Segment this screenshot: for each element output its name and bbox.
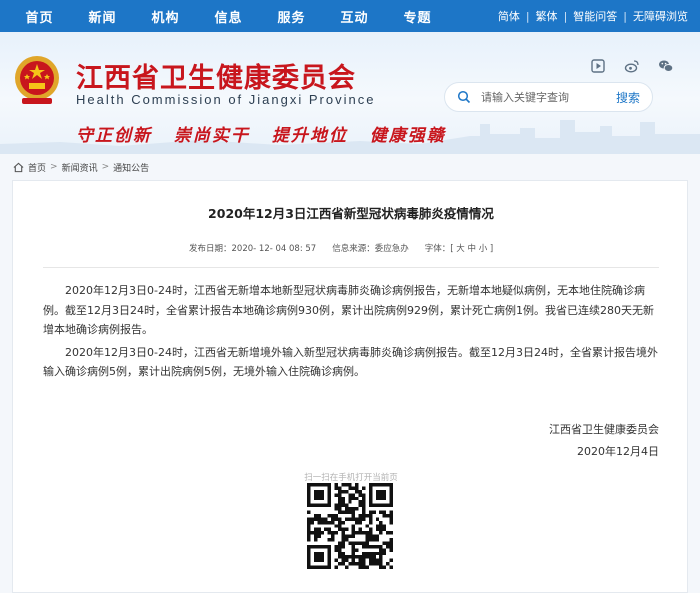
publish-date: 发布日期：2020- 12- 04 08: 57 [189,242,316,254]
top-tools: 简体 | 繁体 | 智能问答 | 无障碍浏览 [492,0,694,32]
nav-item-topics[interactable]: 专题 [386,7,449,26]
font-size-options[interactable]: [ 大 中 小 ] [450,244,493,254]
slogan-part: 守正创新 [76,126,152,146]
header-banner: 江西省卫生健康委员会 Health Commission of Jiangxi … [0,32,700,154]
header-icons [590,58,674,74]
source-label: 信息来源： [332,244,375,254]
breadcrumb-news[interactable]: 新闻资讯 [62,161,98,174]
traditional-link[interactable]: 繁体 [530,8,564,24]
weibo-icon[interactable] [624,58,640,74]
article-paragraph: 2020年12月3日0-24时，江西省无新增本地新型冠状病毒肺炎确诊病例报告，无… [43,284,654,336]
top-nav: 首页 新闻 机构 信息 服务 互动 专题 简体 | 繁体 | 智能问答 | 无障… [0,0,700,32]
site-subtitle: Health Commission of Jiangxi Province [76,92,376,107]
nav-item-interaction[interactable]: 互动 [323,7,386,26]
article-meta: 发布日期：2020- 12- 04 08: 57 信息来源：委应急办 字体：[ … [189,242,509,254]
nav-item-info[interactable]: 信息 [197,7,260,26]
nav-item-agencies[interactable]: 机构 [134,7,197,26]
site-title: 江西省卫生健康委员会 [76,63,356,94]
breadcrumb: 首页 > 新闻资讯 > 通知公告 [13,160,149,174]
national-emblem-icon [15,56,59,104]
video-icon[interactable] [590,58,606,74]
nav-item-news[interactable]: 新闻 [71,7,134,26]
breadcrumb-notices[interactable]: 通知公告 [113,161,149,174]
publish-label: 发布日期： [189,244,232,254]
article-body: 2020年12月3日0-24时，江西省无新增本地新型冠状病毒肺炎确诊病例报告，无… [43,281,659,385]
info-source: 信息来源：委应急办 [332,242,409,254]
slogan-part: 提升地位 [271,126,348,146]
slogan-part: 崇尚实干 [173,126,250,146]
signature-date: 2020年12月4日 [577,445,659,458]
publish-value: 2020- 12- 04 08: 57 [231,244,317,254]
article-card: 2020年12月3日江西省新型冠状病毒肺炎疫情情况 发布日期：2020- 12-… [12,180,688,593]
search-input[interactable] [481,90,611,104]
qr-caption: 扫一扫在手机打开当前页 [304,473,398,483]
meta-divider [43,267,659,268]
font-size-label: 字体： [424,244,451,254]
smart-qa-link[interactable]: 智能问答 [567,8,623,24]
signature: 江西省卫生健康委员会 2020年12月4日 [549,419,659,463]
qr-code [307,483,393,569]
signature-org: 江西省卫生健康委员会 [549,423,659,436]
font-size-control: 字体：[ 大 中 小 ] [425,242,493,254]
home-icon [13,162,24,172]
search-button[interactable]: 搜索 [616,89,640,106]
wechat-icon[interactable] [658,58,674,74]
slogan-part: 健康强赣 [369,126,446,146]
nav-item-services[interactable]: 服务 [260,7,323,26]
breadcrumb-home[interactable]: 首页 [28,161,46,174]
slogan: 守正创新 崇尚实干 提升地位 健康强赣 [76,121,460,146]
source-value: 委应急办 [374,244,409,254]
search-icon [457,90,471,104]
article-paragraph: 2020年12月3日0-24时，江西省无新增境外输入新型冠状病毒肺炎确诊病例报告… [43,345,658,379]
search-box: 搜索 [444,82,653,112]
simplified-link[interactable]: 简体 [492,8,526,24]
accessibility-link[interactable]: 无障碍浏览 [627,8,694,24]
breadcrumb-separator: > [101,162,110,172]
article-title: 2020年12月3日江西省新型冠状病毒肺炎疫情情况 [208,206,494,221]
nav-item-home[interactable]: 首页 [8,7,71,26]
breadcrumb-separator: > [50,162,58,172]
